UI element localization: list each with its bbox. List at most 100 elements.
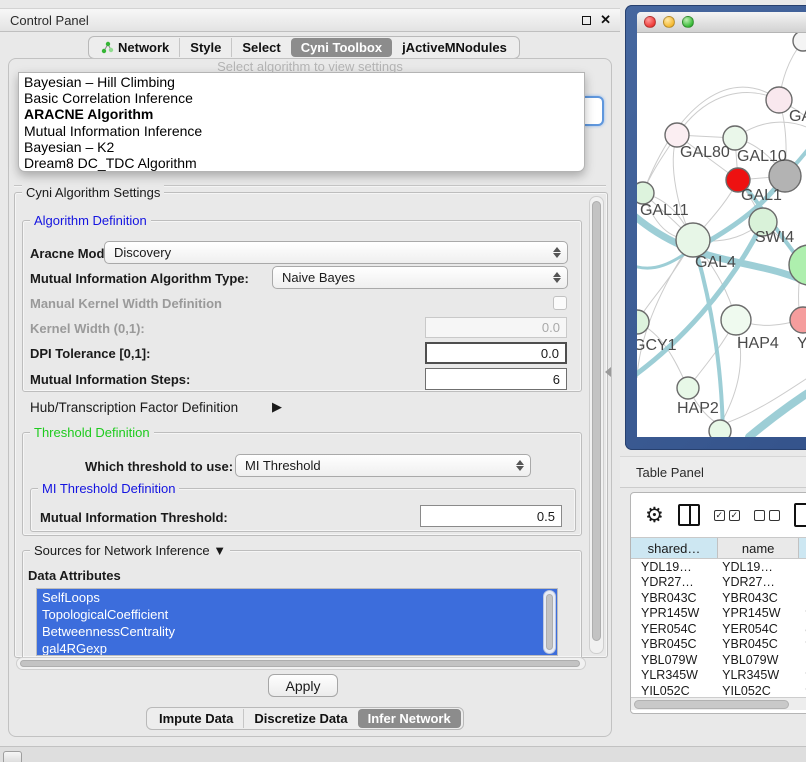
tab-style[interactable]: Style [179, 38, 231, 57]
table-row[interactable]: YBR043CYBR043C [631, 590, 806, 606]
table-row[interactable]: YBR045CYBR045C9. [631, 637, 806, 653]
columns-icon[interactable] [678, 504, 700, 526]
node-hap4[interactable] [721, 305, 751, 335]
sources-title-row: Sources for Network Inference ▼ [30, 543, 230, 558]
mi-steps-label: Mutual Information Steps: [30, 372, 190, 387]
menu-item-aracne[interactable]: ARACNE Algorithm [19, 106, 584, 122]
table-hscroll-thumb[interactable] [634, 700, 789, 709]
table-body: YDL19…YDL19…13 YDR27…YDR27…12 YBR043CYBR… [631, 559, 806, 697]
apply-button[interactable]: Apply [268, 674, 338, 697]
mi-steps-field[interactable]: 6 [425, 368, 567, 390]
mi-threshold-field[interactable]: 0.5 [420, 505, 562, 527]
apply-button-label: Apply [285, 678, 320, 694]
node-hap2[interactable] [677, 377, 699, 399]
corner-button[interactable] [3, 751, 22, 762]
tab-select-label: Select [242, 40, 280, 55]
tab-network[interactable]: Network [91, 38, 179, 57]
node-gal11[interactable] [637, 182, 654, 204]
menu-item-bayesian-hill-climbing[interactable]: Bayesian – Hill Climbing [19, 74, 584, 90]
hub-definition-label[interactable]: Hub/Transcription Factor Definition [30, 400, 238, 415]
tab-infer-network[interactable]: Infer Network [358, 709, 461, 728]
node-gal4[interactable] [676, 223, 710, 257]
deselect-all-columns-icon[interactable] [754, 510, 780, 521]
column-header-name[interactable]: name [718, 538, 799, 558]
tab-impute-data[interactable]: Impute Data [149, 709, 243, 728]
hub-expand-arrow-icon[interactable]: ▶ [272, 399, 282, 415]
table-row[interactable]: YIL052CYIL052C9 [631, 683, 806, 697]
settings-hscroll-thumb[interactable] [20, 660, 580, 667]
node-label: GAL80 [680, 144, 730, 161]
node-label: GAL10 [737, 148, 787, 165]
obscured-combobox-fragment [585, 96, 604, 126]
list-item-topologicalcoefficient[interactable]: TopologicalCoefficient [37, 606, 557, 623]
table-row[interactable]: YLR345WYLR345W9. [631, 668, 806, 684]
settings-hscroll-track[interactable] [16, 657, 586, 670]
dpi-tolerance-label: DPI Tolerance [0,1]: [30, 346, 150, 361]
kernel-width-label: Kernel Width (0,1): [30, 321, 145, 336]
tab-discretize-data[interactable]: Discretize Data [243, 709, 357, 728]
tab-select[interactable]: Select [231, 38, 290, 57]
tab-infer-network-label: Infer Network [368, 711, 451, 726]
menu-item-basic-correlation[interactable]: Basic Correlation Inference [19, 90, 584, 106]
which-threshold-combobox[interactable]: MI Threshold [235, 454, 531, 477]
list-item-betweennesscentrality[interactable]: BetweennessCentrality [37, 623, 557, 640]
float-window-icon[interactable] [582, 16, 591, 25]
node-partial-bottom[interactable] [709, 420, 731, 437]
table-panel-title: Table Panel [620, 465, 704, 480]
aracne-mode-combobox[interactable]: Discovery [104, 241, 568, 264]
table-row[interactable]: YER054CYER054C8. [631, 621, 806, 637]
select-all-columns-icon[interactable]: ✓ ✓ [714, 510, 740, 521]
data-attributes-label: Data Attributes [28, 568, 121, 583]
new-table-icon[interactable] [794, 503, 806, 527]
zoom-traffic-light-icon[interactable] [682, 16, 694, 28]
settings-vscroll-track[interactable] [589, 196, 604, 654]
menu-item-dream8[interactable]: Dream8 DC_TDC Algorithm [19, 155, 584, 171]
sources-collapse-arrow-icon[interactable]: ▼ [213, 543, 226, 558]
bottom-tabstrip: Impute Data Discretize Data Infer Networ… [146, 707, 464, 730]
menu-item-bayesian-k2[interactable]: Bayesian – K2 [19, 139, 584, 155]
mi-threshold-value: 0.5 [537, 509, 555, 524]
control-panel-title: Control Panel [0, 13, 582, 28]
list-item-selfloops[interactable]: SelfLoops [37, 589, 557, 606]
splitter-collapse-arrow-icon[interactable] [605, 367, 611, 377]
table-toolbar: ⚙ ✓ ✓ [631, 493, 806, 537]
column-header-partial[interactable]: A [799, 538, 806, 558]
table-panel-card: ⚙ ✓ ✓ shared… name A YDL19…YDL19…13 YDR2… [630, 492, 806, 714]
control-panel-titlebar: Control Panel ✕ [0, 8, 620, 32]
table-row[interactable]: YPR145WYPR145W9. [631, 606, 806, 622]
gear-icon[interactable]: ⚙ [645, 505, 664, 526]
minimize-traffic-light-icon[interactable] [663, 16, 675, 28]
sources-title[interactable]: Sources for Network Inference [34, 543, 210, 558]
column-header-shared-name[interactable]: shared… [631, 538, 718, 558]
network-view-window: GAL GAL80 GAL10 GAL1 GAL11 SWI4 GAL4 GCY… [637, 12, 806, 437]
table-row[interactable]: YDR27…YDR27…12 [631, 575, 806, 591]
close-traffic-light-icon[interactable] [644, 16, 656, 28]
combo-spinner-icon [547, 247, 567, 258]
network-window-titlebar[interactable] [637, 12, 806, 33]
mi-type-combobox[interactable]: Naive Bayes [272, 266, 568, 289]
network-canvas[interactable]: GAL GAL80 GAL10 GAL1 GAL11 SWI4 GAL4 GCY… [637, 33, 806, 437]
table-hscroll-track[interactable] [631, 697, 806, 710]
tab-cyni-toolbox[interactable]: Cyni Toolbox [291, 38, 392, 57]
table-row[interactable]: YBL079WYBL079W [631, 652, 806, 668]
dpi-tolerance-value: 0.0 [541, 346, 559, 361]
mi-steps-value: 6 [553, 372, 560, 387]
node-gcy1[interactable] [637, 310, 649, 334]
menu-item-mutual-information[interactable]: Mutual Information Inference [19, 123, 584, 139]
settings-vscroll-thumb[interactable] [592, 201, 601, 641]
manual-kernel-checkbox[interactable] [553, 296, 567, 310]
node-salmon[interactable] [790, 307, 806, 333]
tab-network-label: Network [118, 40, 169, 55]
dpi-tolerance-field[interactable]: 0.0 [425, 342, 567, 364]
table-header-row: shared… name A [631, 537, 806, 559]
attr-list-vscroll-track[interactable] [543, 590, 556, 654]
close-icon[interactable]: ✕ [600, 12, 611, 28]
screenshot-root: Control Panel ✕ Network Style Select Cyn… [0, 0, 806, 762]
table-row[interactable]: YDL19…YDL19…13 [631, 559, 806, 575]
attr-list-vscroll-thumb[interactable] [546, 594, 553, 650]
mi-threshold-label: Mutual Information Threshold: [40, 510, 228, 525]
kernel-width-field[interactable]: 0.0 [425, 317, 567, 338]
list-item-gal4rgexp[interactable]: gal4RGexp [37, 640, 557, 656]
tab-jactivemnodules[interactable]: jActiveMNodules [392, 38, 517, 57]
node-partial-top[interactable] [793, 33, 806, 51]
